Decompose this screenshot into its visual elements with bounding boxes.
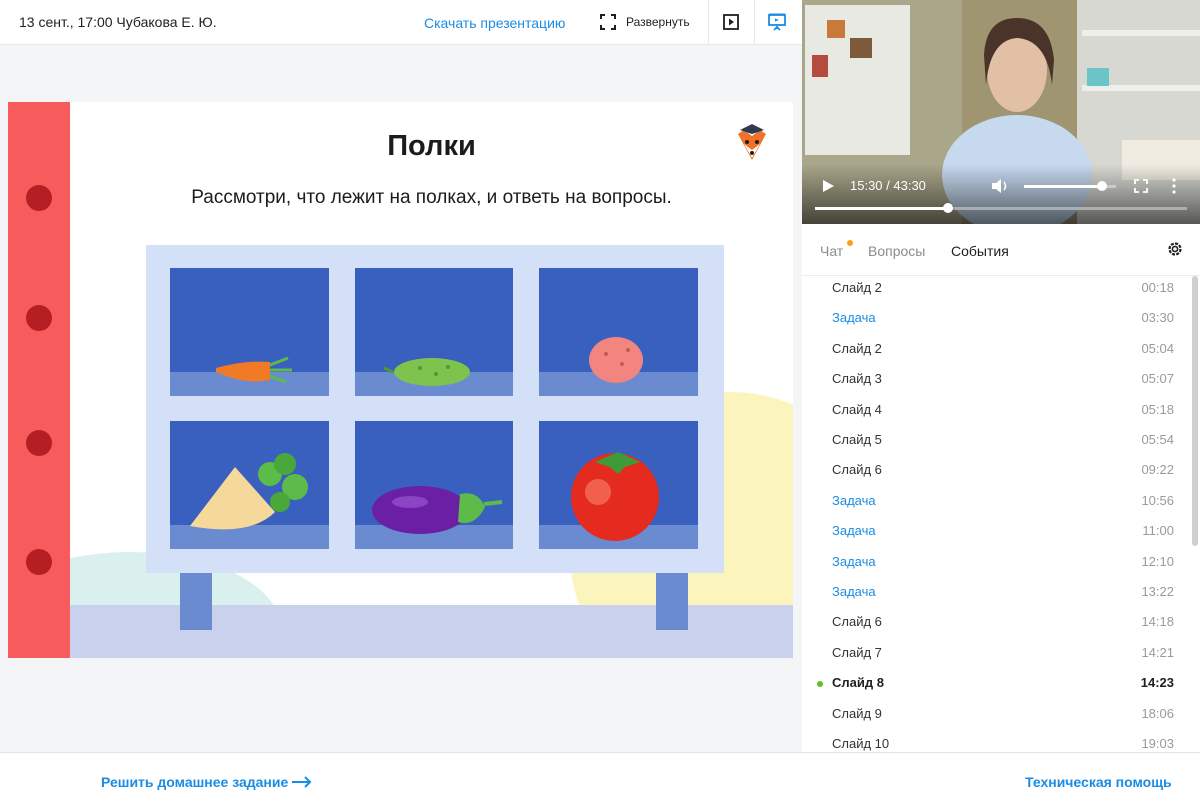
event-row[interactable]: Слайд 9 18:06 — [802, 699, 1184, 729]
tab-chat[interactable]: Чат — [820, 243, 843, 259]
event-row[interactable]: Слайд 3 05:07 — [802, 364, 1184, 394]
new-message-dot — [847, 240, 853, 246]
toolbar-divider — [708, 0, 709, 45]
event-name: Слайд 6 — [832, 614, 882, 630]
event-name: Задача — [832, 584, 876, 599]
events-scrollbar[interactable] — [1192, 276, 1198, 546]
video-controls — [802, 164, 1200, 224]
event-row[interactable]: Слайд 6 14:18 — [802, 607, 1184, 637]
event-name: Слайд 8 — [832, 675, 884, 691]
bottom-bar: Решить домашнее задание Техническая помо… — [0, 752, 1200, 809]
event-name: Задача — [832, 310, 876, 326]
event-time: 09:22 — [1141, 462, 1174, 478]
event-time: 14:21 — [1141, 644, 1174, 660]
fox-logo-icon — [738, 124, 766, 160]
slide-title: Полки — [387, 130, 476, 162]
event-name: Слайд 5 — [832, 432, 882, 447]
event-row[interactable]: Слайд 5 05:54 — [802, 425, 1184, 455]
event-time: 18:06 — [1141, 705, 1174, 721]
event-time: 19:03 — [1141, 736, 1174, 751]
fullscreen-icon[interactable] — [1134, 179, 1148, 193]
binder-hole — [26, 185, 52, 211]
event-time: 00:18 — [1141, 280, 1174, 295]
event-row[interactable]: Слайд 8 14:23 — [802, 668, 1184, 698]
event-time: 05:54 — [1141, 432, 1174, 447]
teacher-video[interactable]: 15:30 / 43:30 — [802, 0, 1200, 224]
binder-hole — [26, 430, 52, 456]
event-row[interactable]: Задача 11:00 — [802, 516, 1184, 546]
event-row[interactable]: Слайд 6 09:22 — [802, 455, 1184, 485]
event-name: Задача — [832, 492, 876, 508]
event-time: 12:10 — [1141, 553, 1174, 569]
screen-share-button[interactable] — [765, 10, 789, 34]
event-row[interactable]: Задача 10:56 — [802, 486, 1184, 516]
homework-link[interactable]: Решить домашнее задание — [101, 774, 312, 790]
event-row[interactable]: Задача 12:10 — [802, 547, 1184, 577]
event-time: 03:30 — [1141, 310, 1174, 326]
event-name: Задача — [832, 523, 876, 539]
screen-icon — [768, 13, 786, 31]
event-row[interactable]: Задача 13:22 — [802, 577, 1184, 607]
event-name: Слайд 2 — [832, 340, 882, 356]
fullscreen-icon — [600, 14, 616, 30]
slide-subtitle: Рассмотри, что лежит на полках, и ответь… — [191, 187, 672, 208]
settings-gear-icon[interactable] — [1166, 240, 1184, 258]
expand-button[interactable]: Развернуть — [600, 12, 690, 32]
video-time: 15:30 / 43:30 — [850, 178, 926, 193]
slide-background — [70, 245, 793, 658]
event-time: 05:04 — [1141, 340, 1174, 356]
event-name: Слайд 7 — [832, 644, 882, 660]
event-row[interactable]: Слайд 2 05:04 — [802, 334, 1184, 364]
toolbar-divider — [754, 0, 755, 45]
event-row[interactable]: Слайд 7 14:21 — [802, 638, 1184, 668]
event-row[interactable]: Слайд 4 05:18 — [802, 395, 1184, 425]
top-bar: 13 сент., 17:00 Чубакова Е. Ю. Скачать п… — [0, 0, 802, 45]
event-time: 05:07 — [1141, 371, 1174, 387]
event-row[interactable]: Слайд 10 19:03 — [802, 729, 1184, 752]
presentation-slide: Полки Рассмотри, что лежит на полках, и … — [8, 102, 793, 658]
event-time: 10:56 — [1141, 492, 1174, 508]
video-progress-handle[interactable] — [942, 203, 953, 213]
event-name: Слайд 10 — [832, 736, 890, 751]
panel-tabs: Чат Вопросы События — [802, 224, 1200, 276]
event-row[interactable]: Задача 03:30 — [802, 303, 1184, 333]
video-progress-bar[interactable] — [815, 203, 1187, 213]
play-icon[interactable] — [822, 180, 834, 192]
event-name: Слайд 9 — [832, 705, 882, 721]
presentation-mode-button[interactable] — [719, 10, 743, 34]
tab-events[interactable]: События — [951, 243, 1009, 259]
notebook-binder — [8, 102, 70, 658]
event-name: Задача — [832, 553, 876, 569]
event-name: Слайд 3 — [832, 371, 882, 387]
event-name: Слайд 2 — [832, 280, 882, 295]
expand-label: Развернуть — [626, 15, 690, 29]
tech-support-link[interactable]: Техническая помощь — [1025, 774, 1172, 790]
current-slide-dot — [817, 681, 823, 688]
event-time: 11:00 — [1142, 523, 1174, 539]
event-time: 14:23 — [1140, 675, 1174, 691]
play-square-icon — [723, 14, 739, 30]
potato-image — [589, 337, 643, 383]
event-time: 13:22 — [1141, 584, 1174, 599]
event-name: Слайд 6 — [832, 462, 882, 478]
volume-icon[interactable] — [992, 179, 1010, 193]
download-presentation-link[interactable]: Скачать презентацию — [424, 15, 565, 31]
event-time: 05:18 — [1141, 401, 1174, 417]
event-row[interactable]: Слайд 2 00:18 — [802, 276, 1184, 303]
arrow-right-icon — [292, 776, 312, 788]
event-name: Слайд 4 — [832, 401, 882, 417]
events-list: Слайд 2 00:18 Задача 03:30 Слайд 2 05:04 Слайд… — [802, 276, 1200, 752]
tab-questions[interactable]: Вопросы — [868, 243, 925, 259]
more-options-icon[interactable] — [1172, 178, 1176, 194]
event-time: 14:18 — [1141, 614, 1174, 630]
lesson-title: 13 сент., 17:00 Чубакова Е. Ю. — [19, 14, 217, 30]
volume-slider[interactable] — [1024, 181, 1116, 191]
side-panel: Чат Вопросы События Слайд 2 00:18 Задача 03… — [802, 224, 1200, 752]
binder-hole — [26, 549, 52, 575]
homework-label: Решить домашнее задание — [101, 774, 289, 790]
binder-hole — [26, 305, 52, 331]
